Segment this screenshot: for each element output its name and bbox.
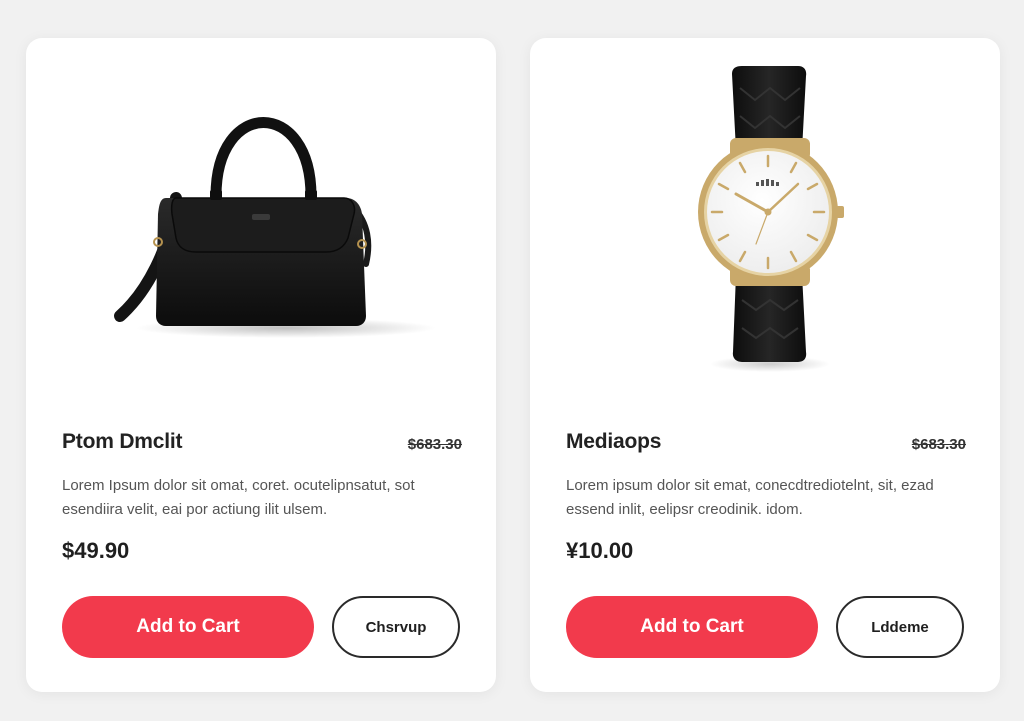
product-description: Lorem Ipsum dolor sit omat, coret. ocute… xyxy=(62,477,415,518)
product-price: ¥10.00 xyxy=(566,538,634,563)
product-title: Mediaops xyxy=(566,430,662,453)
handbag-icon xyxy=(114,117,436,338)
original-price: $683.30 xyxy=(407,436,462,453)
original-price: $683.30 xyxy=(911,436,966,453)
secondary-action-button[interactable]: Chsrvup xyxy=(332,596,460,658)
product-grid: Ptom Dmclit $683.30 Lorem Ipsum dolor si… xyxy=(0,0,1024,721)
product-card-handbag: Ptom Dmclit $683.30 Lorem Ipsum dolor si… xyxy=(26,38,496,692)
product-description: Lorem ipsum dolor sit emat, conecdtredio… xyxy=(566,477,934,518)
add-to-cart-button[interactable]: Add to Cart xyxy=(62,596,314,658)
product-price: $49.90 xyxy=(62,538,130,563)
product-title: Ptom Dmclit xyxy=(62,430,183,453)
wristwatch-icon xyxy=(698,66,844,372)
secondary-action-button[interactable]: Lddeme xyxy=(836,596,964,658)
product-card-watch: Mediaops $683.30 Lorem ipsum dolor sit e… xyxy=(530,38,1000,692)
add-to-cart-button[interactable]: Add to Cart xyxy=(566,596,818,658)
product-image-handbag xyxy=(26,38,496,418)
product-image-watch xyxy=(530,38,1000,418)
